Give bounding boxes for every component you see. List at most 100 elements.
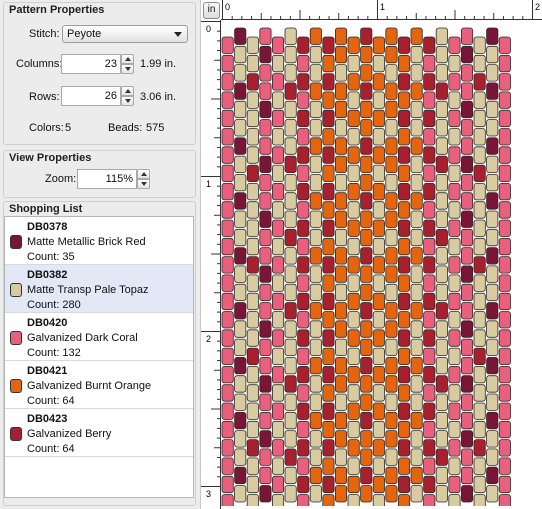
bead[interactable]	[284, 45, 297, 64]
bead[interactable]	[221, 292, 234, 311]
bead[interactable]	[372, 182, 385, 201]
bead[interactable]	[410, 100, 423, 119]
bead[interactable]	[448, 164, 461, 183]
bead[interactable]	[372, 439, 385, 457]
bead[interactable]	[259, 375, 272, 393]
bead[interactable]	[297, 54, 310, 73]
bead[interactable]	[435, 210, 448, 228]
bead[interactable]	[397, 439, 411, 457]
bead[interactable]	[284, 64, 297, 82]
bead[interactable]	[259, 27, 272, 45]
bead[interactable]	[410, 320, 423, 338]
bead[interactable]	[410, 155, 423, 174]
bead[interactable]	[372, 365, 385, 384]
bead[interactable]	[410, 485, 423, 503]
bead[interactable]	[385, 338, 398, 357]
bead[interactable]	[234, 100, 247, 119]
bead[interactable]	[460, 137, 474, 155]
bead[interactable]	[309, 45, 322, 64]
bead[interactable]	[397, 329, 411, 347]
bead[interactable]	[460, 228, 474, 247]
bead[interactable]	[221, 365, 234, 384]
bead[interactable]	[498, 420, 511, 439]
bead[interactable]	[397, 73, 411, 91]
bead[interactable]	[372, 292, 385, 311]
bead[interactable]	[360, 411, 373, 430]
bead[interactable]	[423, 109, 436, 128]
shopping-list-item[interactable]: DB0420 Galvanized Dark Coral Count: 132	[5, 313, 193, 361]
bead[interactable]	[272, 494, 285, 507]
bead[interactable]	[498, 347, 511, 366]
bead[interactable]	[410, 448, 423, 466]
bead[interactable]	[284, 320, 297, 338]
bead[interactable]	[259, 302, 272, 320]
bead[interactable]	[435, 119, 448, 137]
bead[interactable]	[297, 402, 310, 420]
bead[interactable]	[272, 402, 285, 420]
bead[interactable]	[284, 137, 297, 155]
bead[interactable]	[322, 494, 335, 507]
bead[interactable]	[423, 36, 436, 54]
bead[interactable]	[221, 475, 234, 494]
bead[interactable]	[309, 485, 322, 503]
bead[interactable]	[221, 201, 234, 219]
bead[interactable]	[347, 146, 360, 164]
bead[interactable]	[246, 457, 259, 475]
bead[interactable]	[448, 237, 461, 256]
bead[interactable]	[221, 91, 234, 109]
bead[interactable]	[221, 329, 234, 347]
bead[interactable]	[486, 448, 499, 466]
bead[interactable]	[335, 155, 348, 174]
bead[interactable]	[272, 128, 285, 146]
bead[interactable]	[234, 356, 247, 375]
bead[interactable]	[284, 448, 297, 466]
bead[interactable]	[498, 402, 511, 420]
bead[interactable]	[423, 91, 436, 109]
bead[interactable]	[272, 311, 285, 329]
bead[interactable]	[335, 375, 348, 393]
bead[interactable]	[423, 329, 436, 347]
bead[interactable]	[284, 338, 297, 357]
bead[interactable]	[221, 182, 234, 201]
bead[interactable]	[259, 283, 272, 302]
bead[interactable]	[234, 82, 247, 100]
bead[interactable]	[347, 439, 360, 457]
bead[interactable]	[448, 91, 461, 109]
bead[interactable]	[234, 265, 247, 283]
bead[interactable]	[372, 329, 385, 347]
bead[interactable]	[498, 256, 511, 274]
bead[interactable]	[498, 91, 511, 109]
bead[interactable]	[221, 274, 234, 292]
bead[interactable]	[322, 219, 335, 237]
bead[interactable]	[397, 475, 411, 494]
bead[interactable]	[347, 311, 360, 329]
bead[interactable]	[297, 274, 310, 292]
bead[interactable]	[435, 100, 448, 119]
bead[interactable]	[360, 430, 373, 448]
bead[interactable]	[297, 475, 310, 494]
bead[interactable]	[322, 109, 335, 128]
bead[interactable]	[473, 36, 486, 54]
bead[interactable]	[460, 448, 474, 466]
bead[interactable]	[259, 192, 272, 210]
bead[interactable]	[423, 439, 436, 457]
bead[interactable]	[284, 302, 297, 320]
bead[interactable]	[347, 73, 360, 91]
bead[interactable]	[297, 384, 310, 402]
bead[interactable]	[435, 448, 448, 466]
bead[interactable]	[473, 237, 486, 256]
bead[interactable]	[297, 201, 310, 219]
bead[interactable]	[347, 347, 360, 366]
shopping-list-item[interactable]: DB0423 Galvanized Berry Count: 64	[5, 409, 193, 457]
bead[interactable]	[246, 347, 259, 366]
bead[interactable]	[347, 109, 360, 128]
bead[interactable]	[397, 182, 411, 201]
bead[interactable]	[347, 128, 360, 146]
bead[interactable]	[272, 274, 285, 292]
bead[interactable]	[322, 347, 335, 366]
bead[interactable]	[486, 27, 499, 45]
bead[interactable]	[322, 54, 335, 73]
bead[interactable]	[284, 119, 297, 137]
bead[interactable]	[385, 119, 398, 137]
bead[interactable]	[284, 393, 297, 411]
